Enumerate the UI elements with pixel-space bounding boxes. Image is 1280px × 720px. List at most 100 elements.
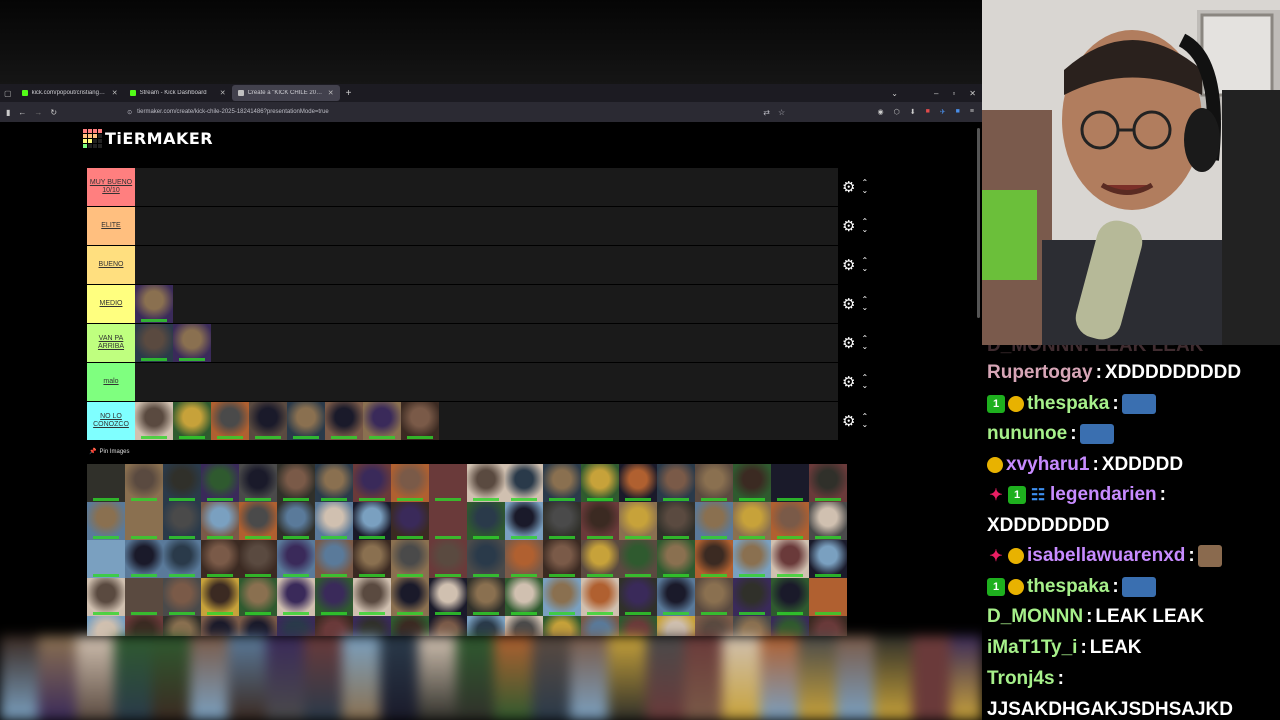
chat-username[interactable]: thespaka	[1027, 576, 1109, 598]
back-icon[interactable]: ←	[18, 108, 26, 117]
site-info-icon[interactable]: ⊙	[127, 109, 132, 116]
streamer-thumbnail[interactable]	[657, 578, 695, 616]
streamer-thumbnail[interactable]	[239, 616, 277, 636]
sidebar-icon[interactable]: ▮	[6, 108, 10, 117]
streamer-thumbnail[interactable]	[657, 464, 695, 502]
streamer-thumbnail[interactable]	[277, 464, 315, 502]
streamer-thumbnail[interactable]	[581, 616, 619, 636]
streamer-thumbnail[interactable]	[125, 578, 163, 616]
streamer-thumbnail[interactable]	[581, 502, 619, 540]
minimize-icon[interactable]: –	[934, 89, 938, 98]
chat-username[interactable]: legendarien	[1050, 484, 1157, 506]
streamer-thumbnail[interactable]	[125, 502, 163, 540]
streamer-thumbnail[interactable]	[277, 616, 315, 636]
streamer-thumbnail[interactable]	[239, 502, 277, 540]
streamer-thumbnail[interactable]	[201, 464, 239, 502]
streamer-thumbnail[interactable]	[87, 578, 125, 616]
streamer-thumbnail[interactable]	[467, 578, 505, 616]
streamer-thumbnail[interactable]	[135, 285, 173, 323]
streamer-thumbnail[interactable]	[429, 464, 467, 502]
streamer-thumbnail[interactable]	[391, 578, 429, 616]
streamer-thumbnail[interactable]	[125, 464, 163, 502]
streamer-thumbnail[interactable]	[239, 578, 277, 616]
streamer-thumbnail[interactable]	[87, 502, 125, 540]
gear-icon[interactable]: ⚙	[842, 336, 855, 351]
maximize-icon[interactable]: ▫	[952, 89, 955, 98]
streamer-thumbnail[interactable]	[163, 540, 201, 578]
tab-kick-popout[interactable]: kick.com/popout/cristianghost/ ✕	[16, 85, 124, 101]
streamer-thumbnail[interactable]	[619, 502, 657, 540]
close-icon[interactable]: ✕	[328, 89, 334, 97]
streamer-thumbnail[interactable]	[771, 540, 809, 578]
streamer-thumbnail[interactable]	[429, 616, 467, 636]
streamer-thumbnail[interactable]	[809, 540, 847, 578]
move-down-icon[interactable]: ⌄	[861, 382, 868, 390]
gear-icon[interactable]: ⚙	[842, 258, 855, 273]
forward-icon[interactable]: →	[34, 108, 42, 117]
close-icon[interactable]: ✕	[112, 89, 118, 97]
streamer-thumbnail[interactable]	[315, 578, 353, 616]
streamer-thumbnail[interactable]	[505, 540, 543, 578]
streamer-thumbnail[interactable]	[353, 502, 391, 540]
streamer-thumbnail[interactable]	[429, 502, 467, 540]
close-icon[interactable]: ✕	[220, 89, 226, 97]
move-down-icon[interactable]: ⌄	[861, 421, 868, 429]
tier-label[interactable]: MEDIO	[87, 285, 135, 323]
tier-label[interactable]: ELITE	[87, 207, 135, 245]
streamer-thumbnail[interactable]	[315, 540, 353, 578]
streamer-thumbnail[interactable]	[543, 578, 581, 616]
streamer-thumbnail[interactable]	[401, 402, 439, 440]
streamer-thumbnail[interactable]	[201, 578, 239, 616]
address-bar[interactable]: ⊙ tiermaker.com/create/kick-chile-2025-1…	[125, 105, 785, 119]
streamer-thumbnail[interactable]	[809, 616, 847, 636]
streamer-thumbnail[interactable]	[695, 578, 733, 616]
streamer-thumbnail[interactable]	[771, 502, 809, 540]
tiermaker-logo[interactable]: TiERMAKER	[83, 129, 213, 148]
extension-blue-icon[interactable]: ✈	[940, 108, 946, 116]
streamer-thumbnail[interactable]	[249, 402, 287, 440]
gear-icon[interactable]: ⚙	[842, 219, 855, 234]
streamer-thumbnail[interactable]	[201, 540, 239, 578]
streamer-thumbnail[interactable]	[467, 540, 505, 578]
streamer-thumbnail[interactable]	[315, 616, 353, 636]
streamer-thumbnail[interactable]	[391, 616, 429, 636]
pin-images-toggle[interactable]: 📌 Pin Images	[89, 448, 130, 456]
streamer-thumbnail[interactable]	[87, 464, 125, 502]
streamer-thumbnail[interactable]	[239, 540, 277, 578]
chat-username[interactable]: isabellawuarenxd	[1027, 545, 1185, 567]
extension-red-icon[interactable]: ■	[926, 108, 930, 116]
streamer-thumbnail[interactable]	[733, 464, 771, 502]
chat-username[interactable]: Rupertogay	[987, 362, 1093, 384]
window-close-icon[interactable]: ✕	[969, 89, 976, 98]
streamer-thumbnail[interactable]	[505, 578, 543, 616]
streamer-thumbnail[interactable]	[505, 464, 543, 502]
streamer-thumbnail[interactable]	[695, 502, 733, 540]
streamer-thumbnail[interactable]	[201, 502, 239, 540]
move-down-icon[interactable]: ⌄	[861, 304, 868, 312]
chat-username[interactable]: nununoe	[987, 423, 1067, 445]
scrollbar[interactable]	[977, 128, 980, 318]
streamer-thumbnail[interactable]	[809, 578, 847, 616]
streamer-thumbnail[interactable]	[619, 464, 657, 502]
streamer-thumbnail[interactable]	[125, 616, 163, 636]
streamer-thumbnail[interactable]	[581, 464, 619, 502]
streamer-thumbnail[interactable]	[657, 540, 695, 578]
chat-username[interactable]: D_MONNN	[987, 606, 1083, 628]
streamer-thumbnail[interactable]	[135, 324, 173, 362]
streamer-thumbnail[interactable]	[505, 502, 543, 540]
streamer-thumbnail[interactable]	[467, 616, 505, 636]
chat-username[interactable]: iMaT1Ty_i	[987, 637, 1077, 659]
new-tab-button[interactable]: +	[340, 88, 358, 99]
extension-icon[interactable]: ■	[956, 108, 960, 116]
streamer-thumbnail[interactable]	[619, 540, 657, 578]
translate-icon[interactable]: ⇄	[763, 108, 770, 117]
streamer-thumbnail[interactable]	[353, 578, 391, 616]
tier-label[interactable]: MUY BUENO 10/10	[87, 168, 135, 206]
streamer-thumbnail[interactable]	[733, 578, 771, 616]
tab-kick-dashboard[interactable]: Stream - Kick Dashboard ✕	[124, 85, 232, 101]
download-icon[interactable]: ⬇	[910, 108, 916, 116]
reload-icon[interactable]: ↻	[50, 108, 57, 117]
tier-label[interactable]: BUENO	[87, 246, 135, 284]
streamer-thumbnail[interactable]	[391, 502, 429, 540]
gear-icon[interactable]: ⚙	[842, 414, 855, 429]
